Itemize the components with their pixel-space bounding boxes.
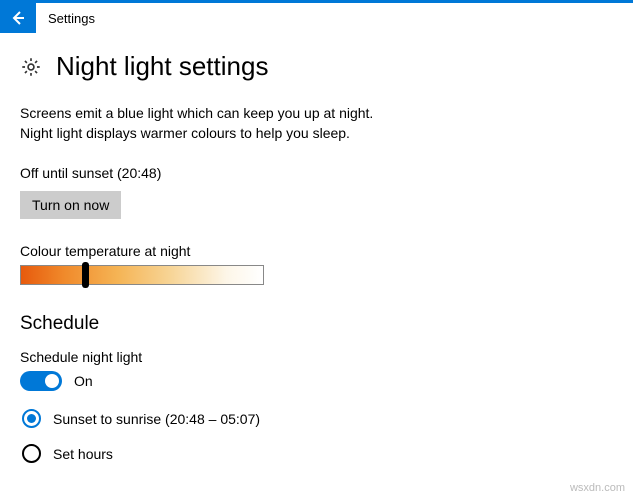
turn-on-button[interactable]: Turn on now [20,191,121,219]
content-pane: Night light settings Screens emit a blue… [0,33,633,463]
watermark: wsxdn.com [570,482,625,494]
schedule-toggle[interactable] [20,371,62,391]
toggle-knob [45,374,59,388]
slider-track [20,265,264,285]
back-arrow-icon [10,10,26,26]
back-button[interactable] [0,3,36,33]
app-title: Settings [36,11,95,26]
page-title: Night light settings [56,51,268,82]
schedule-label: Schedule night light [20,349,613,365]
schedule-toggle-row: On [20,371,613,391]
radio-sunset-to-sunrise[interactable]: Sunset to sunrise (20:48 – 05:07) [22,409,613,428]
radio-set-hours[interactable]: Set hours [22,444,613,463]
color-temperature-slider[interactable] [20,265,264,285]
status-text: Off until sunset (20:48) [20,165,613,181]
toggle-state-label: On [74,373,93,389]
radio-label-set-hours: Set hours [53,446,113,462]
radio-inner-dot [27,414,36,423]
title-row: Night light settings [20,51,613,82]
gear-icon [20,56,42,78]
radio-icon-unselected [22,444,41,463]
color-temp-label: Colour temperature at night [20,243,613,259]
schedule-heading: Schedule [20,313,613,335]
slider-thumb[interactable] [82,262,89,288]
radio-label-sunset: Sunset to sunrise (20:48 – 05:07) [53,411,260,427]
radio-icon-selected [22,409,41,428]
window-header: Settings [0,3,633,33]
page-description: Screens emit a blue light which can keep… [20,104,400,143]
